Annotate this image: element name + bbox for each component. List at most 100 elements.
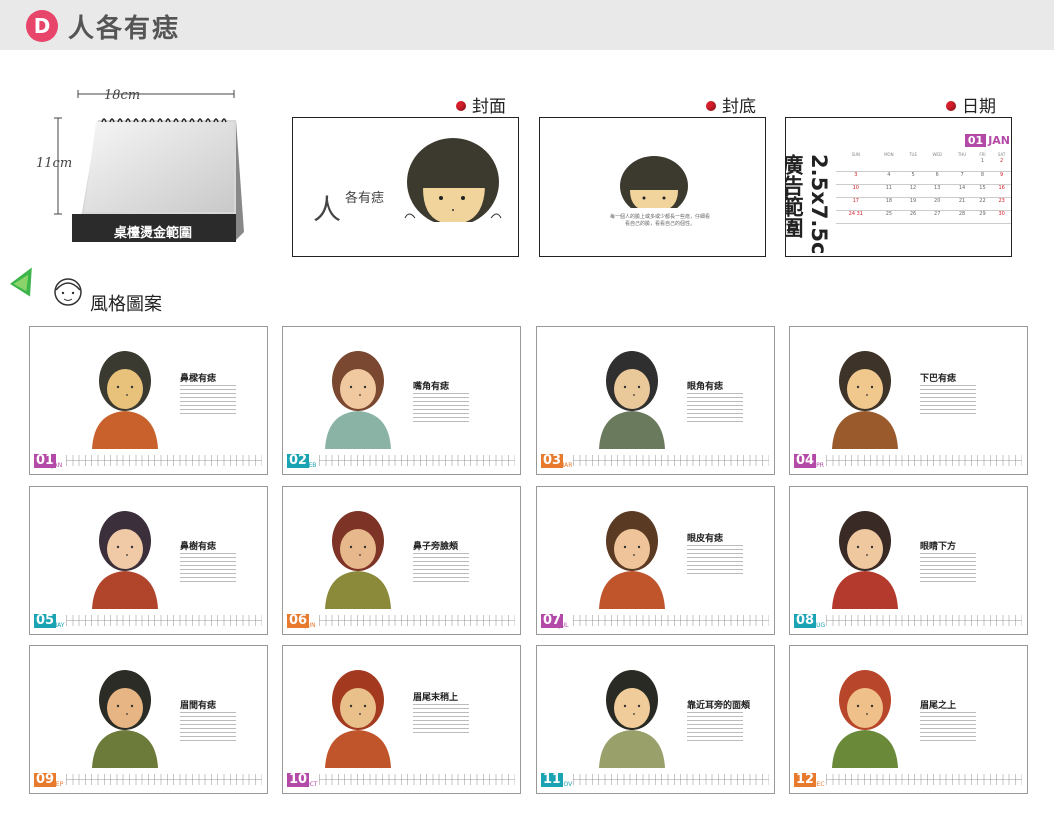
weekday-header: THU	[957, 151, 967, 157]
character-illustration	[92, 670, 158, 768]
card-title: 下巴有痣	[920, 374, 957, 384]
mini-calendar-day: 8	[973, 171, 992, 185]
month-card-may: 鼻樹有痣 05 MAY	[29, 486, 268, 635]
mini-calendar-day: 17	[836, 197, 876, 211]
character-illustration	[599, 351, 665, 449]
month-card-aug: 眼睛下方 08 AUG	[789, 486, 1028, 635]
calendar-day-strip	[66, 615, 262, 626]
mini-calendar-day: 12	[902, 184, 924, 198]
mini-calendar-day: 21	[950, 197, 974, 211]
character-illustration	[325, 351, 391, 449]
card-title: 眼睛下方	[920, 542, 957, 552]
mini-calendar-day: 1	[973, 158, 992, 172]
card-description	[687, 393, 743, 423]
month-card-jan: 鼻樑有痣 01 JAN	[29, 326, 268, 475]
month-card-nov: 靠近耳旁的面頰 11 NOV	[536, 645, 775, 794]
month-card-apr: 下巴有痣 04 APR	[789, 326, 1028, 475]
calendar-day-strip	[66, 774, 262, 785]
month-card-dec: 眉尾之上 12 DEC	[789, 645, 1028, 794]
month-name: OCT	[305, 781, 318, 788]
month-card-feb: 嘴角有痣 02 FEB	[282, 326, 521, 475]
bullet-icon	[456, 101, 466, 111]
weekday-header: FRI	[979, 151, 986, 157]
mini-calendar-day: 25	[875, 210, 903, 224]
month-name: NOV	[559, 781, 573, 788]
mini-calendar-day: 3	[836, 171, 876, 185]
calendar-day-strip	[573, 774, 769, 785]
month-card-jun: 鼻子旁臉頰 06 JUN	[282, 486, 521, 635]
card-title: 眉尾末稍上	[413, 693, 459, 703]
mini-calendar-week: 24 31 25 26 27 28 29 30	[836, 210, 1011, 224]
mini-calendar-grid: SUN MON TUE WED THU FRI SAT 1 2 3 4 5 6 7 8 9 10 1…	[836, 150, 1011, 224]
mini-calendar-week: 10 11 12 13 14 15 16	[836, 184, 1011, 198]
month-name: APR	[812, 462, 824, 469]
card-description	[687, 712, 743, 742]
mini-calendar-day: 20	[924, 197, 951, 211]
character-illustration	[325, 670, 391, 768]
card-description	[687, 545, 743, 575]
cover-character-illustration	[404, 138, 502, 222]
mini-calendar-day: 22	[973, 197, 992, 211]
calendar-day-strip	[319, 455, 515, 466]
mini-calendar-day: 14	[950, 184, 974, 198]
character-illustration	[832, 351, 898, 449]
mini-calendar-day	[950, 158, 974, 172]
month-name: MAR	[559, 462, 573, 469]
calendar-day-strip	[826, 455, 1022, 466]
page-title: 人各有痣	[68, 14, 181, 44]
character-illustration	[599, 670, 665, 768]
card-description	[180, 553, 236, 583]
height-dimension: 11cm	[36, 156, 73, 171]
month-name: JAN	[52, 462, 63, 469]
bullet-icon	[946, 101, 956, 111]
gold-foil-label: 桌檯燙金範圍	[113, 226, 192, 241]
calendar-day-strip	[319, 774, 515, 785]
mini-calendar-day: 18	[875, 197, 903, 211]
cover-title: 人 各有痣	[313, 191, 385, 227]
mini-calendar-day: 16	[991, 184, 1011, 198]
mini-calendar-day: 29	[973, 210, 992, 224]
width-dimension: 18cm	[104, 88, 141, 103]
character-illustration	[92, 511, 158, 609]
back-preview: 每一個人的臉上或多或少都長一些痣，仔細看看自己的臉，看看自己的個性。	[539, 117, 766, 257]
mini-calendar-day: 15	[973, 184, 992, 198]
card-title: 鼻樹有痣	[180, 542, 217, 552]
mini-calendar-day: 19	[902, 197, 924, 211]
character-illustration	[92, 351, 158, 449]
month-name: SEP	[52, 781, 64, 788]
mini-calendar-day: 9	[991, 171, 1011, 185]
date-preview: 2.5x7.5cm廣告範圍 01JAN SUN MON TUE WED THU …	[785, 117, 1012, 257]
weekday-header: MON	[884, 151, 894, 157]
back-description: 每一個人的臉上或多或少都長一些痣，仔細看看自己的臉，看看自己的個性。	[610, 214, 711, 227]
card-description	[413, 553, 469, 583]
cover-label: 封面	[456, 92, 506, 117]
mini-calendar-day: 10	[836, 184, 876, 198]
month-card-sep: 眉間有痣 09 SEP	[29, 645, 268, 794]
month-card-mar: 眼角有痣 03 MAR	[536, 326, 775, 475]
month-name: AUG	[812, 622, 826, 629]
card-title: 鼻子旁臉頰	[413, 542, 459, 552]
mini-calendar-day: 30	[991, 210, 1011, 224]
month-name: DEC	[812, 781, 825, 788]
mini-calendar-day	[902, 158, 924, 172]
mini-calendar-day: 4	[875, 171, 903, 185]
mini-calendar-day: 24 31	[836, 210, 876, 224]
mini-calendar-day: 28	[950, 210, 974, 224]
mini-calendar-day: 26	[902, 210, 924, 224]
girl-face-icon	[54, 278, 82, 306]
mini-calendar-month: 01 JAN	[964, 134, 1010, 147]
card-title: 靠近耳旁的面頰	[687, 701, 751, 711]
mini-calendar-day: 2	[991, 158, 1011, 172]
calendar-day-strip	[826, 615, 1022, 626]
mini-calendar-day	[875, 158, 903, 172]
character-illustration	[599, 511, 665, 609]
mini-calendar-day: 23	[991, 197, 1011, 211]
card-description	[413, 704, 469, 734]
mini-calendar-week: 17 18 19 20 21 22 23	[836, 197, 1011, 211]
card-description	[920, 553, 976, 583]
card-title: 嘴角有痣	[413, 382, 450, 392]
character-illustration	[832, 670, 898, 768]
mini-calendar-day	[924, 158, 951, 172]
mini-calendar-day: 6	[924, 171, 951, 185]
weekday-header: SAT	[997, 151, 1006, 157]
